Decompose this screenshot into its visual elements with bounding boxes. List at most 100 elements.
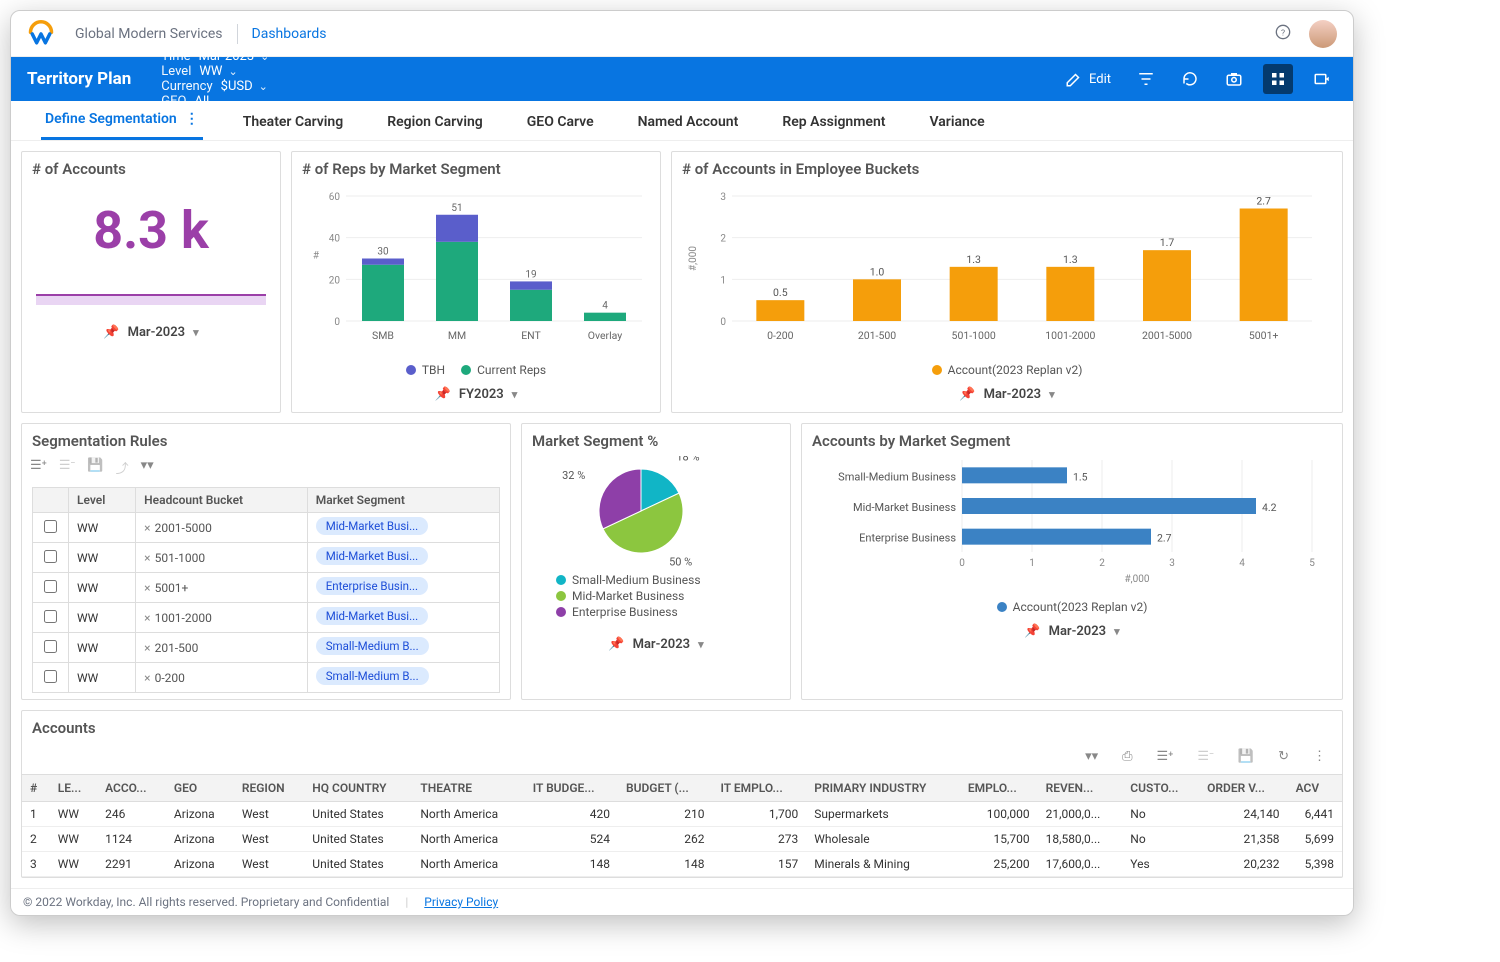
table-row[interactable]: 2WW1124ArizonaWestUnited StatesNorth Ame… xyxy=(22,827,1342,852)
column-header[interactable]: ORDER V... xyxy=(1199,775,1287,802)
row-checkbox[interactable] xyxy=(44,550,57,563)
filter-icon[interactable]: ▾▾ xyxy=(1085,749,1098,764)
column-header[interactable]: PRIMARY INDUSTRY xyxy=(806,775,960,802)
cell: 1124 xyxy=(97,827,166,852)
add-row-icon[interactable]: ☰⁺ xyxy=(30,458,47,477)
add-row-icon[interactable]: ☰⁺ xyxy=(1157,749,1174,764)
refresh-icon[interactable]: ↻ xyxy=(1278,749,1289,764)
cell-bucket: 501-1000 xyxy=(136,543,308,573)
privacy-link[interactable]: Privacy Policy xyxy=(424,895,498,909)
table-row[interactable]: WW 201-500 Small-Medium B... xyxy=(33,633,500,663)
export-icon[interactable]: ⎙ xyxy=(1122,749,1132,764)
table-row[interactable]: WW 2001-5000 Mid-Market Busi... xyxy=(33,513,500,543)
column-header[interactable]: CUSTO... xyxy=(1122,775,1199,802)
filter-time[interactable]: Time Mar-2023 ⌄ xyxy=(161,49,275,64)
svg-text:3: 3 xyxy=(1169,558,1175,569)
row-checkbox[interactable] xyxy=(44,520,57,533)
card-title: # of Reps by Market Segment xyxy=(292,152,660,180)
tab-rep-assignment[interactable]: Rep Assignment xyxy=(778,114,889,140)
cell-segment: Small-Medium B... xyxy=(307,663,499,693)
branch-icon[interactable]: ⤴ xyxy=(116,458,129,477)
cell: No xyxy=(1122,827,1199,852)
avatar[interactable] xyxy=(1309,20,1337,48)
chevron-down-icon: ⌄ xyxy=(259,80,268,93)
filter-button[interactable] xyxy=(1131,64,1161,94)
card-title: # of Accounts xyxy=(22,152,280,180)
table-row[interactable]: WW 5001+ Enterprise Busin... xyxy=(33,573,500,603)
column-header[interactable]: EMPLO... xyxy=(960,775,1038,802)
chevron-down-icon: ⌄ xyxy=(215,95,224,108)
delete-row-icon[interactable]: ☰⁻ xyxy=(59,458,75,477)
delete-row-icon[interactable]: ☰⁻ xyxy=(1197,749,1213,764)
col-segment[interactable]: Market Segment xyxy=(307,488,499,513)
tab-geo-carve[interactable]: GEO Carve xyxy=(523,114,598,140)
col-bucket[interactable]: Headcount Bucket xyxy=(136,488,308,513)
grid-view-button[interactable] xyxy=(1263,64,1293,94)
cell: 5,699 xyxy=(1288,827,1342,852)
row-checkbox[interactable] xyxy=(44,610,57,623)
table-row[interactable]: WW 1001-2000 Mid-Market Busi... xyxy=(33,603,500,633)
table-row[interactable]: WW 501-1000 Mid-Market Busi... xyxy=(33,543,500,573)
cell-level: WW xyxy=(69,573,136,603)
save-icon[interactable]: 💾 xyxy=(1238,749,1254,764)
column-header[interactable]: THEATRE xyxy=(412,775,524,802)
pie-chart: 18 %50 %32 % xyxy=(531,456,781,571)
filter-level[interactable]: Level WW ⌄ xyxy=(161,64,275,79)
column-header[interactable]: IT EMPLO... xyxy=(712,775,806,802)
column-header[interactable]: BUDGET (... xyxy=(618,775,712,802)
table-row[interactable]: WW 0-200 Small-Medium B... xyxy=(33,663,500,693)
kebab-icon[interactable]: ⋮ xyxy=(185,111,199,127)
card-employee-buckets: # of Accounts in Employee Buckets 0123#,… xyxy=(671,151,1343,413)
cell-segment: Small-Medium B... xyxy=(307,633,499,663)
chevron-down-icon: ▾ xyxy=(1049,388,1055,401)
tab-define-segmentation[interactable]: Define Segmentation ⋮ xyxy=(41,111,203,140)
snapshot-button[interactable] xyxy=(1219,64,1249,94)
svg-text:#,000: #,000 xyxy=(688,246,699,271)
tab-variance[interactable]: Variance xyxy=(925,114,988,140)
chevron-down-icon: ▾ xyxy=(193,326,199,339)
edit-button[interactable]: Edit xyxy=(1059,66,1117,92)
column-header[interactable]: REGION xyxy=(234,775,304,802)
column-header[interactable]: LE... xyxy=(50,775,97,802)
card-footer[interactable]: 📌 Mar-2023 ▾ xyxy=(22,315,280,350)
svg-text:SMB: SMB xyxy=(372,329,394,342)
svg-text:30: 30 xyxy=(377,247,389,258)
svg-text:0-200: 0-200 xyxy=(767,329,794,342)
refresh-button[interactable] xyxy=(1175,64,1205,94)
tab-named-account[interactable]: Named Account xyxy=(634,114,743,140)
cell: 17,600,0... xyxy=(1038,852,1123,877)
kebab-icon[interactable]: ⋮ xyxy=(1313,749,1326,764)
column-header[interactable]: ACV xyxy=(1288,775,1342,802)
row-checkbox[interactable] xyxy=(44,580,57,593)
card-footer[interactable]: 📌 FY2023 ▾ xyxy=(292,377,660,412)
chevron-down-icon: ▾ xyxy=(512,388,518,401)
column-header[interactable]: GEO xyxy=(166,775,234,802)
column-header[interactable]: HQ COUNTRY xyxy=(304,775,412,802)
filter-icon[interactable]: ▾▾ xyxy=(141,458,154,477)
breadcrumb-dashboards[interactable]: Dashboards xyxy=(252,26,327,42)
column-header[interactable]: REVEN... xyxy=(1038,775,1123,802)
tab-theater-carving[interactable]: Theater Carving xyxy=(239,114,348,140)
card-footer[interactable]: 📌 Mar-2023 ▾ xyxy=(802,614,1342,649)
svg-text:ENT: ENT xyxy=(521,329,541,342)
present-button[interactable] xyxy=(1307,64,1337,94)
column-header[interactable]: ACCO... xyxy=(97,775,166,802)
hbar-legend: Account(2023 Replan v2) xyxy=(802,596,1342,614)
tab-label: Define Segmentation xyxy=(45,111,177,127)
card-title: Market Segment % xyxy=(522,424,790,452)
save-icon[interactable]: 💾 xyxy=(87,458,103,477)
row-checkbox[interactable] xyxy=(44,640,57,653)
card-footer[interactable]: 📌 Mar-2023 ▾ xyxy=(672,377,1342,412)
tab-region-carving[interactable]: Region Carving xyxy=(383,114,487,140)
row-checkbox[interactable] xyxy=(44,670,57,683)
filter-geo[interactable]: GEO All ⌄ xyxy=(161,94,275,109)
table-row[interactable]: 3WW2291ArizonaWestUnited StatesNorth Ame… xyxy=(22,852,1342,877)
card-footer[interactable]: 📌 Mar-2023 ▾ xyxy=(522,627,790,662)
col-level[interactable]: Level xyxy=(69,488,136,513)
help-icon[interactable]: ? xyxy=(1275,24,1291,44)
table-row[interactable]: 1WW246ArizonaWestUnited StatesNorth Amer… xyxy=(22,802,1342,827)
legend-item: Small-Medium Business xyxy=(556,573,701,587)
column-header[interactable]: IT BUDGE... xyxy=(525,775,618,802)
column-header[interactable]: # xyxy=(22,775,50,802)
filter-currency[interactable]: Currency $USD ⌄ xyxy=(161,79,275,94)
